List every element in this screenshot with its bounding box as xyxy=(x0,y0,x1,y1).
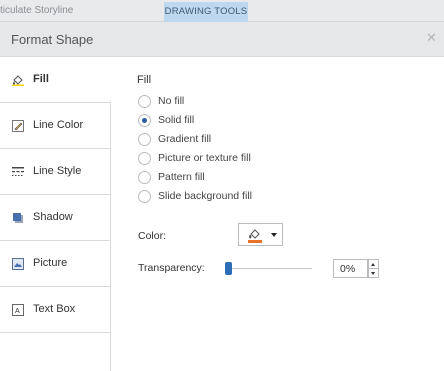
sidebar: Fill Line Color Line Style Shadow Pictur… xyxy=(0,57,111,371)
sidebar-item-picture[interactable]: Picture xyxy=(0,241,111,287)
sidebar-item-label: Line Style xyxy=(33,165,82,177)
close-icon[interactable]: ✕ xyxy=(426,30,437,46)
radio-button[interactable] xyxy=(138,190,151,203)
sidebar-item-shadow[interactable]: Shadow xyxy=(0,195,111,241)
radio-label: Gradient fill xyxy=(158,133,212,145)
app-title: ticulate Storyline xyxy=(0,5,74,16)
sidebar-item-text-box[interactable]: A Text Box xyxy=(0,287,111,333)
radio-label: Picture or texture fill xyxy=(158,152,251,164)
picture-icon xyxy=(12,258,24,270)
arrow-up-icon xyxy=(371,263,375,266)
sidebar-item-label: Picture xyxy=(33,257,68,269)
sidebar-item-label: Text Box xyxy=(33,303,76,315)
transparency-slider-track[interactable] xyxy=(228,268,312,269)
radio-button[interactable] xyxy=(138,95,151,108)
radio-label: Pattern fill xyxy=(158,171,205,183)
radio-button[interactable] xyxy=(138,152,151,165)
chevron-down-icon xyxy=(271,233,277,237)
transparency-slider-handle[interactable] xyxy=(225,262,232,275)
radio-label: No fill xyxy=(158,95,185,107)
radio-button[interactable] xyxy=(138,171,151,184)
dialog-header: Format Shape ✕ xyxy=(0,22,444,57)
dialog-title: Format Shape xyxy=(11,32,94,47)
color-label: Color: xyxy=(138,230,167,242)
sidebar-item-label: Fill xyxy=(33,73,49,85)
tab-drawing-tools[interactable]: DRAWING TOOLS xyxy=(164,2,248,22)
radio-label: Slide background fill xyxy=(158,190,252,202)
radio-button[interactable] xyxy=(138,133,151,146)
color-picker-button[interactable] xyxy=(238,223,283,246)
spin-down-button[interactable] xyxy=(368,268,379,278)
sidebar-item-fill[interactable]: Fill xyxy=(0,57,111,103)
shadow-icon xyxy=(13,213,23,223)
sidebar-item-label: Line Color xyxy=(33,119,84,131)
sidebar-item-label: Shadow xyxy=(33,211,73,223)
section-title: Fill xyxy=(137,74,152,86)
radio-selected-dot xyxy=(142,118,147,123)
text-box-icon: A xyxy=(12,304,24,316)
arrow-down-icon xyxy=(371,272,375,275)
sidebar-item-line-style[interactable]: Line Style xyxy=(0,149,111,195)
title-bar: ticulate Storyline DRAWING TOOLS xyxy=(0,0,444,22)
transparency-label: Transparency: xyxy=(138,262,205,274)
radio-label: Solid fill xyxy=(158,114,195,126)
radio-button[interactable] xyxy=(138,114,151,127)
paint-bucket-icon xyxy=(12,75,24,86)
svg-text:A: A xyxy=(15,308,20,315)
line-style-icon xyxy=(12,167,24,176)
sidebar-item-line-color[interactable]: Line Color xyxy=(0,103,111,149)
transparency-input[interactable]: 0% xyxy=(333,259,368,278)
paint-bucket-icon xyxy=(248,229,262,243)
pencil-icon xyxy=(12,120,24,132)
